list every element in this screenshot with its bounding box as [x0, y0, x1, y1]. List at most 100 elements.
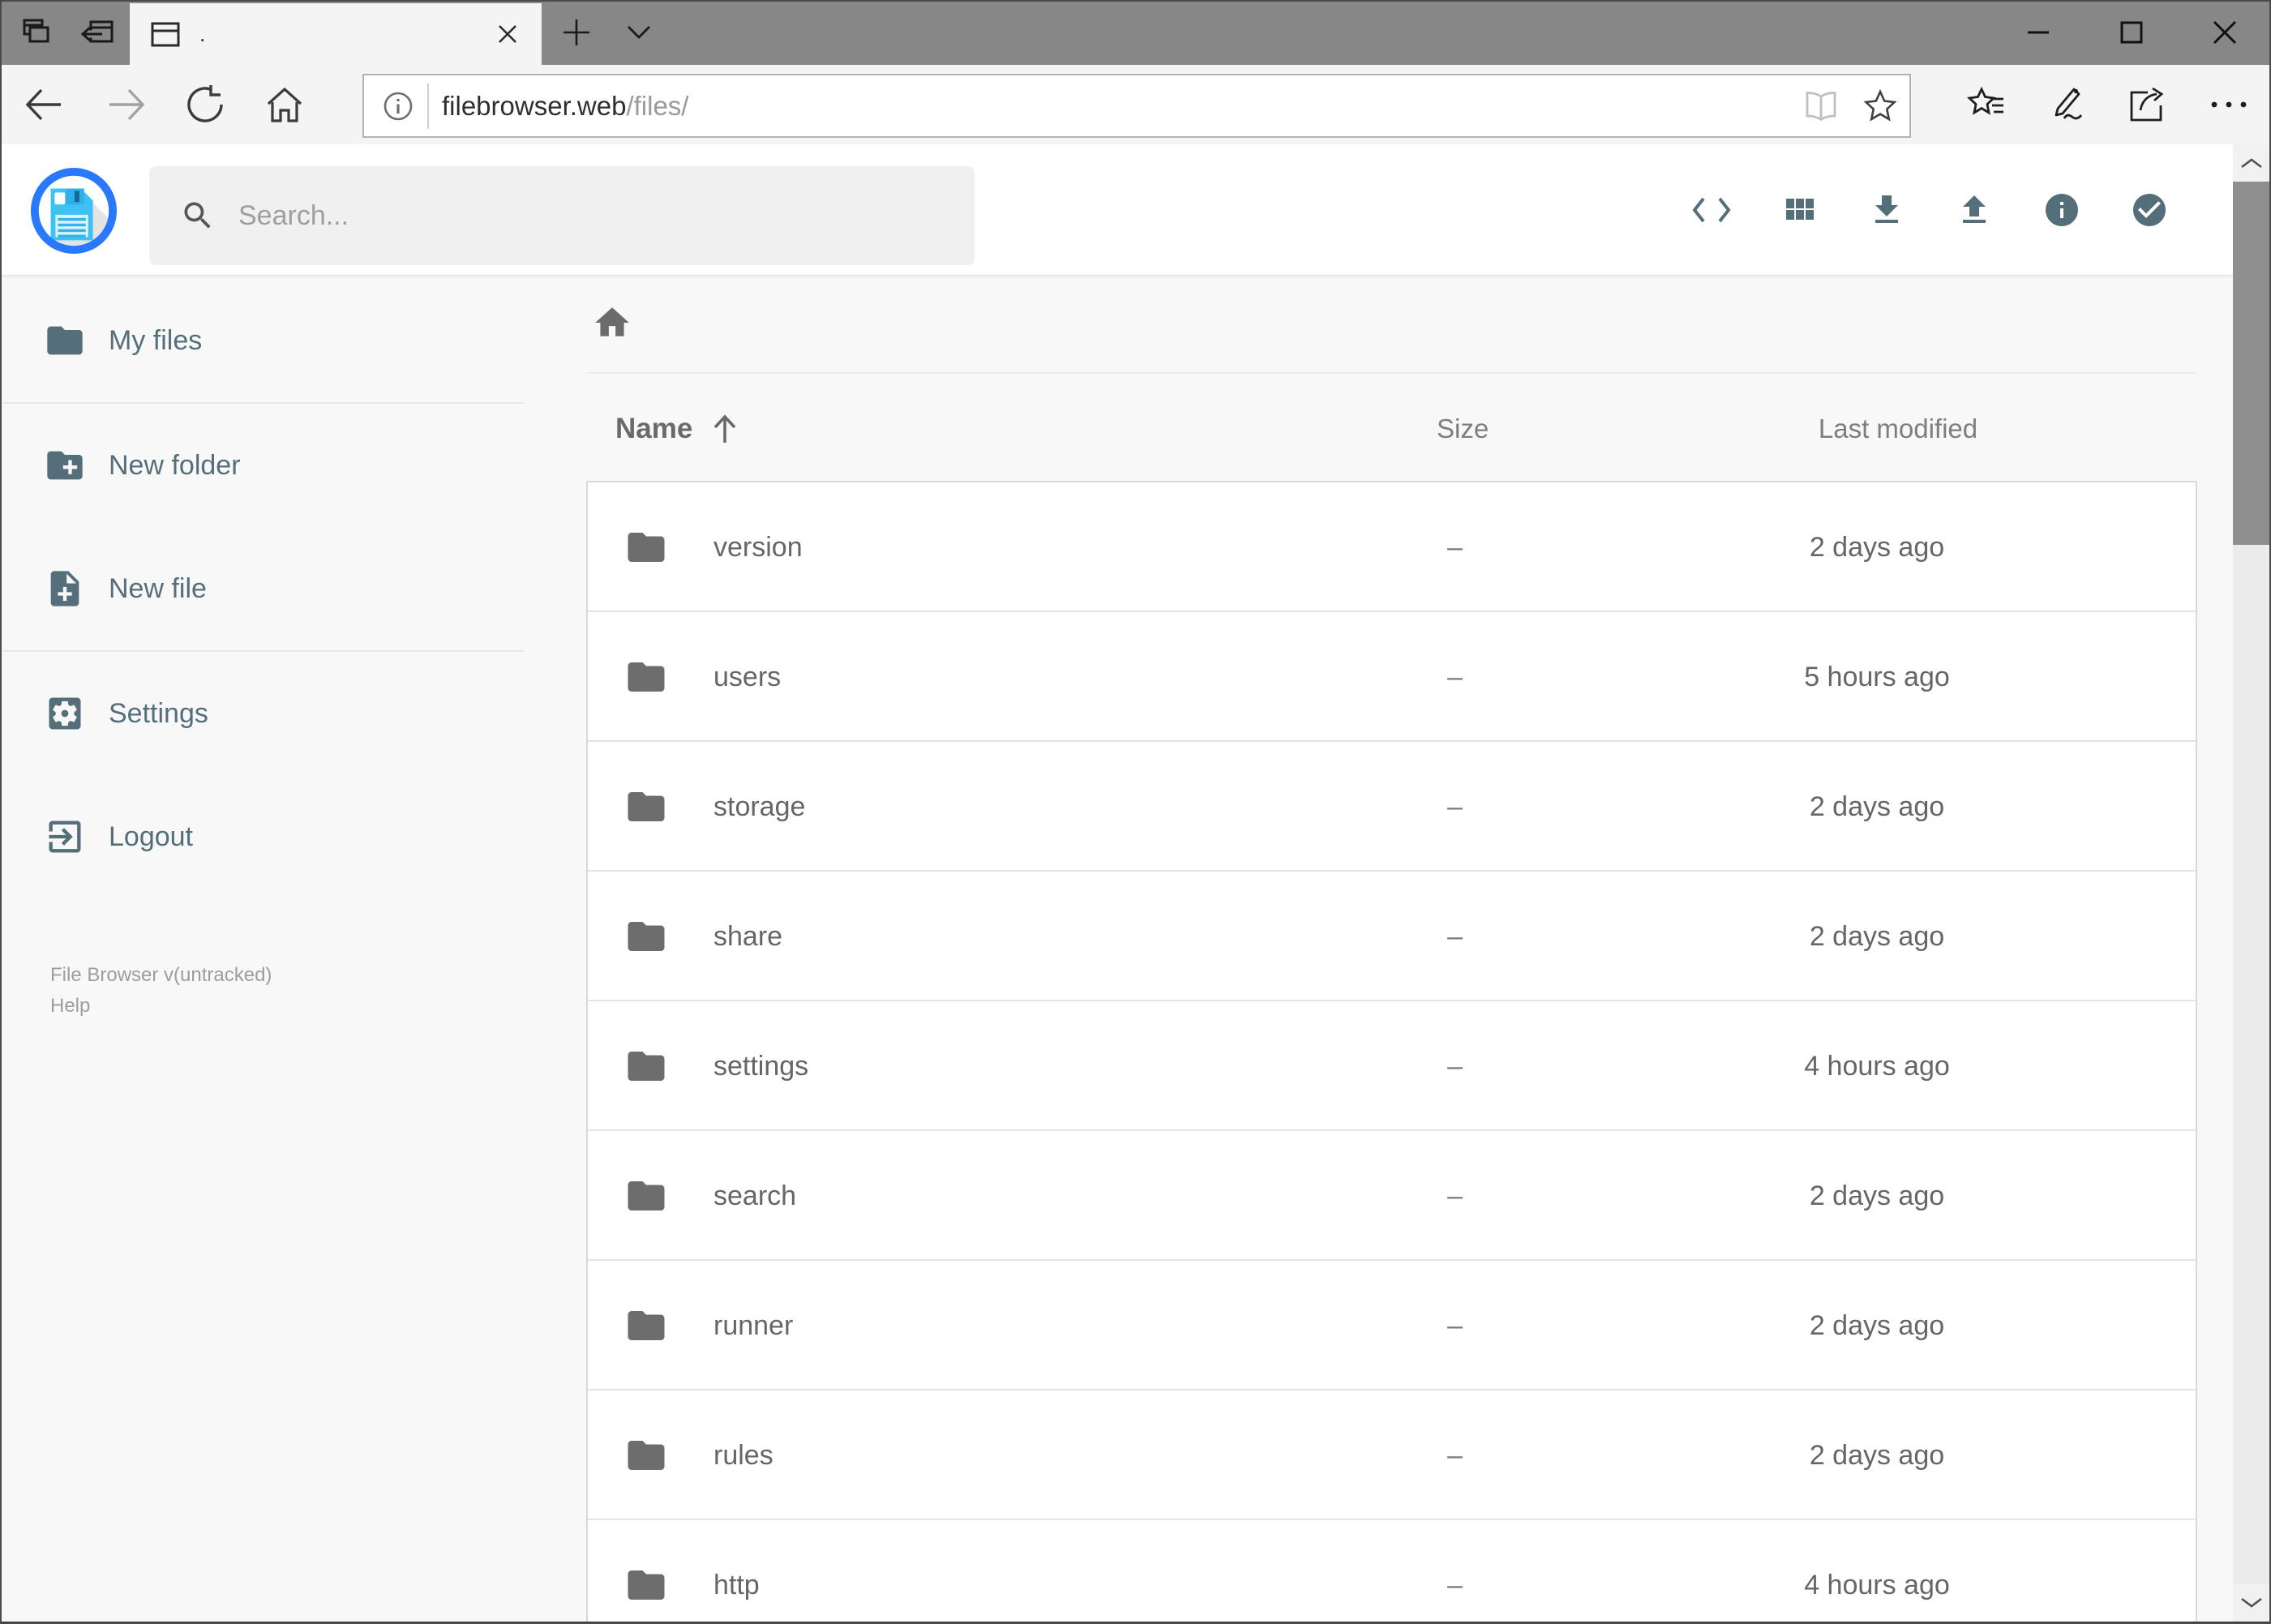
table-row[interactable]: storage – 2 days ago — [588, 742, 2196, 872]
url-text[interactable]: filebrowser.web/files/ — [442, 91, 1780, 122]
folder-icon — [624, 1174, 668, 1218]
navigation-bar: filebrowser.web/files/ — [0, 65, 2271, 144]
reading-view-icon[interactable] — [1802, 90, 1840, 122]
maximize-button[interactable] — [2085, 0, 2178, 65]
file-name: search — [713, 1180, 797, 1211]
table-row[interactable]: runner – 2 days ago — [588, 1261, 2196, 1390]
grid-view-icon[interactable] — [1755, 161, 1843, 259]
sidebar-footer: File Browser v(untracked) Help — [50, 960, 272, 1022]
sidebar-item-label: New folder — [109, 449, 241, 481]
table-row[interactable]: rules – 2 days ago — [588, 1390, 2196, 1520]
sidebar-item-my-files[interactable]: My files — [0, 279, 527, 402]
file-modified: 2 days ago — [1809, 920, 1945, 952]
info-icon[interactable] — [2018, 161, 2106, 259]
column-header-name[interactable]: Name — [615, 404, 739, 454]
folder-icon — [624, 915, 668, 958]
folder-icon — [624, 1433, 668, 1477]
column-header-size[interactable]: Size — [1437, 404, 1489, 454]
file-name: rules — [713, 1439, 773, 1471]
select-check-icon[interactable] — [2106, 161, 2193, 259]
chevron-down-icon[interactable] — [615, 0, 663, 65]
download-icon[interactable] — [1843, 161, 1930, 259]
back-icon[interactable] — [15, 65, 73, 144]
folder-icon — [624, 1304, 668, 1348]
tab-bar: . — [0, 0, 2271, 65]
search-bar[interactable] — [149, 166, 975, 265]
table-row[interactable]: search – 2 days ago — [588, 1131, 2196, 1261]
file-name: http — [713, 1569, 760, 1600]
web-note-pen-icon[interactable] — [2037, 65, 2096, 144]
table-row[interactable]: share – 2 days ago — [588, 872, 2196, 1001]
info-circle-icon[interactable] — [382, 90, 414, 122]
folder-icon — [44, 319, 86, 362]
scrollbar[interactable] — [2233, 144, 2269, 1624]
folder-icon — [624, 1563, 668, 1607]
file-size: – — [1447, 1050, 1463, 1082]
sidebar-item-label: Logout — [109, 821, 193, 852]
new-tab-icon[interactable] — [553, 0, 600, 65]
file-size: – — [1447, 920, 1463, 952]
sidebar-item-logout[interactable]: Logout — [0, 775, 527, 898]
tabs-set-aside-icon[interactable] — [9, 0, 61, 65]
filebrowser-floppy-logo[interactable] — [30, 167, 118, 255]
address-bar[interactable]: filebrowser.web/files/ — [362, 74, 1911, 138]
favorites-hub-icon[interactable] — [1957, 65, 2016, 144]
scrollbar-thumb[interactable] — [2233, 182, 2269, 545]
file-name: runner — [713, 1309, 794, 1341]
app-body: My files New folder New file Settings Lo… — [0, 276, 2271, 1624]
help-link[interactable]: Help — [50, 991, 272, 1022]
folder-icon — [624, 785, 668, 829]
favorite-star-icon[interactable] — [1862, 88, 1898, 123]
column-header-modified[interactable]: Last modified — [1776, 404, 2020, 454]
file-modified: 2 days ago — [1809, 531, 1945, 563]
sidebar: My files New folder New file Settings Lo… — [0, 279, 527, 1017]
minimize-button[interactable] — [1991, 0, 2085, 65]
scroll-down-icon[interactable] — [2233, 1584, 2269, 1622]
tab-title: . — [199, 21, 206, 46]
file-modified: 2 days ago — [1809, 1439, 1945, 1471]
file-size: – — [1447, 1309, 1463, 1341]
url-path: /files/ — [626, 90, 689, 121]
file-size: – — [1447, 791, 1463, 822]
search-input[interactable] — [237, 199, 926, 233]
file-modified: 4 hours ago — [1804, 1569, 1950, 1600]
table-row[interactable]: version – 2 days ago — [588, 482, 2196, 612]
table-row[interactable]: settings – 4 hours ago — [588, 1001, 2196, 1131]
sidebar-item-settings[interactable]: Settings — [0, 652, 527, 775]
close-button[interactable] — [2178, 0, 2271, 65]
arrow-up-icon — [714, 414, 736, 443]
header-actions — [1668, 144, 2193, 276]
sidebar-item-label: My files — [109, 324, 203, 356]
refresh-icon[interactable] — [177, 65, 235, 144]
set-tabs-aside-icon[interactable] — [71, 0, 123, 65]
file-modified: 5 hours ago — [1804, 661, 1950, 692]
app-header — [0, 144, 2271, 276]
table-row[interactable]: http – 4 hours ago — [588, 1520, 2196, 1624]
forward-icon[interactable] — [97, 65, 156, 144]
scroll-up-icon[interactable] — [2233, 144, 2269, 182]
search-icon — [180, 198, 216, 234]
browser-tab[interactable]: . — [130, 3, 542, 65]
sidebar-item-new-file[interactable]: New file — [0, 527, 527, 650]
file-name: users — [713, 661, 782, 692]
file-name: storage — [713, 791, 806, 822]
sidebar-item-new-folder[interactable]: New folder — [0, 404, 527, 527]
breadcrumb-home-icon[interactable] — [591, 302, 633, 344]
browser-window: . filebrowser.web/files/ Search... My fi… — [0, 0, 2271, 1624]
share-icon[interactable] — [2117, 65, 2175, 144]
tab-close-icon[interactable] — [490, 16, 525, 52]
home-icon[interactable] — [255, 65, 314, 144]
logout-icon — [44, 816, 86, 858]
sidebar-item-label: Settings — [109, 697, 208, 729]
new-file-icon — [44, 568, 86, 610]
file-modified: 4 hours ago — [1804, 1050, 1950, 1082]
folder-icon — [624, 1044, 668, 1088]
shell-code-icon[interactable] — [1668, 161, 1755, 259]
file-name: settings — [713, 1050, 809, 1082]
app-version-text: File Browser v(untracked) — [50, 964, 272, 986]
table-row[interactable]: users – 5 hours ago — [588, 612, 2196, 742]
ellipsis-icon[interactable] — [2200, 65, 2258, 144]
column-name-label: Name — [615, 413, 693, 444]
upload-icon[interactable] — [1930, 161, 2018, 259]
file-modified: 2 days ago — [1809, 791, 1945, 822]
